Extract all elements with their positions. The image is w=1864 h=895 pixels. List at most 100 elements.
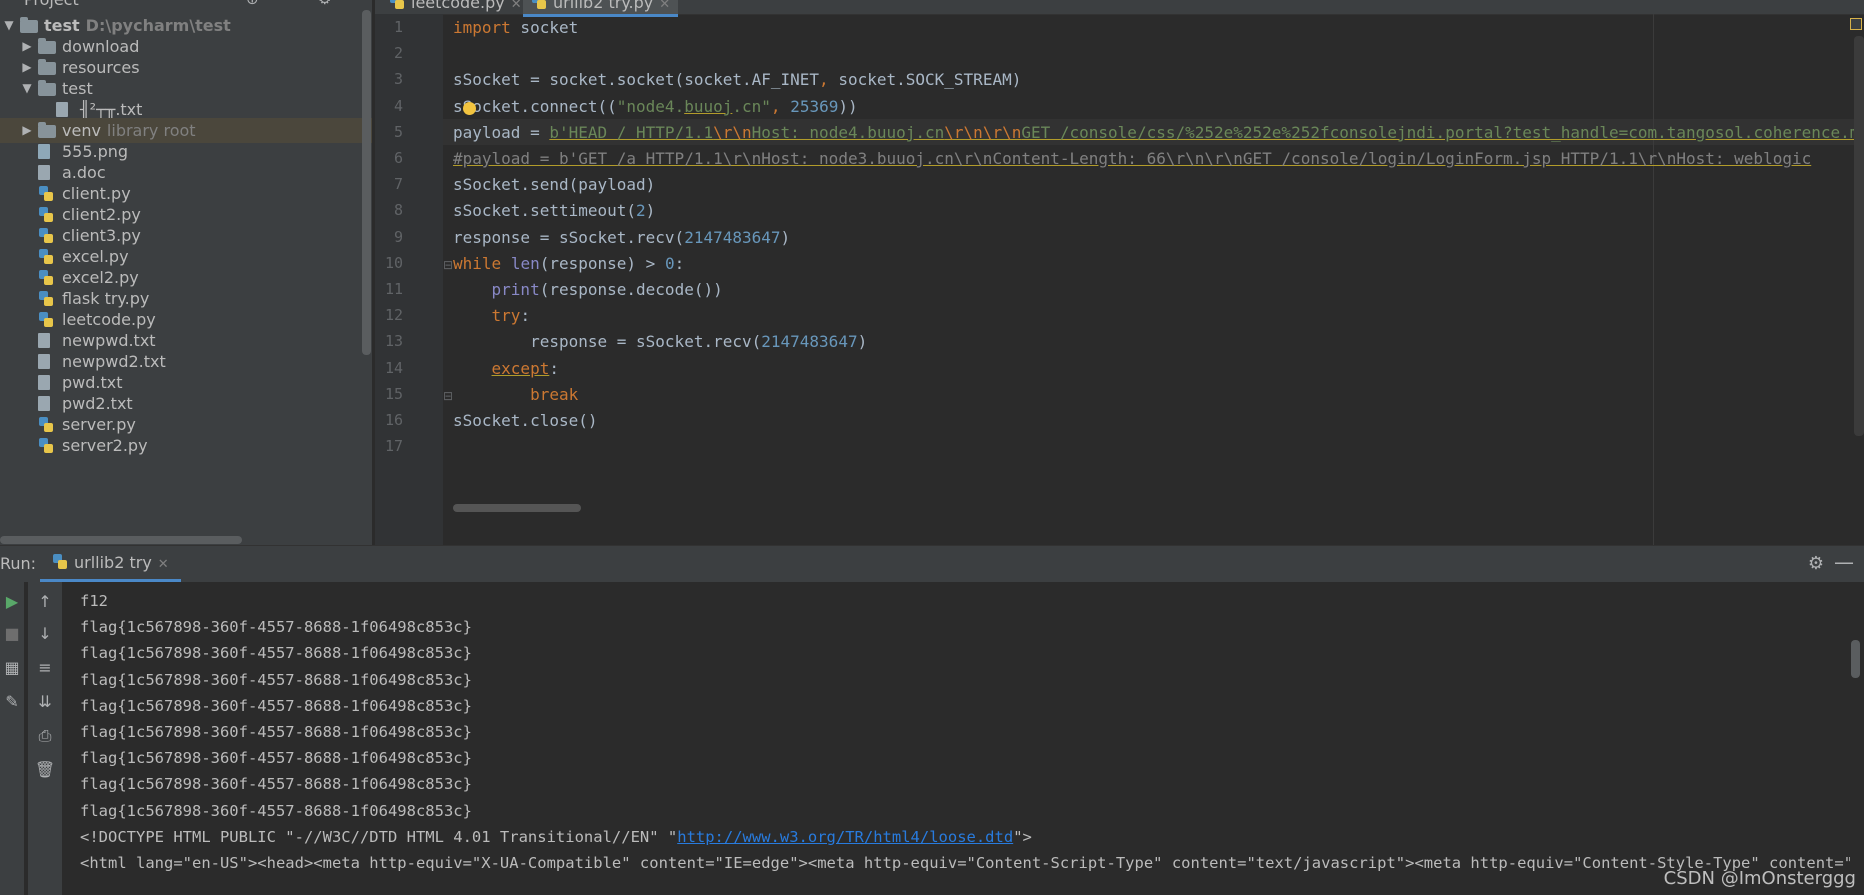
- project-panel: Project ⊕ ⚙ ▼testD:\pycharm\test▶downloa…: [0, 0, 372, 545]
- run-toolbar-right: ↑ ↓ ≡ ⇊ ⎙ 🗑: [28, 582, 62, 895]
- doc-file-icon: [38, 165, 50, 180]
- folder-icon: [38, 122, 56, 138]
- code-line[interactable]: payload = b'HEAD / HTTP/1.1\r\nHost: nod…: [453, 120, 1864, 146]
- project-horizontal-scrollbar[interactable]: [0, 536, 242, 544]
- console-line: flag{1c567898-360f-4557-8688-1f06498c853…: [80, 696, 472, 715]
- line-number: 3: [393, 70, 403, 89]
- code-line[interactable]: sSocket = socket.socket(socket.AF_INET, …: [453, 67, 1021, 93]
- console-link[interactable]: http://www.w3.org/TR/html4/loose.dtd: [677, 828, 1013, 846]
- line-number: 11: [384, 280, 403, 298]
- png-file-icon: [38, 144, 50, 159]
- folder-icon: [20, 17, 38, 33]
- project-header: Project ⊕ ⚙: [0, 0, 372, 12]
- console-line: flag{1c567898-360f-4557-8688-1f06498c853…: [80, 670, 472, 689]
- fold-icon[interactable]: ⊟: [443, 258, 453, 272]
- console-line: flag{1c567898-360f-4557-8688-1f06498c853…: [80, 618, 472, 637]
- line-number: 13: [384, 332, 403, 351]
- stop-icon[interactable]: ■: [0, 624, 24, 643]
- line-number: 17: [384, 437, 403, 456]
- up-arrow-icon[interactable]: ↑: [33, 592, 57, 611]
- close-icon[interactable]: ✕: [511, 0, 522, 12]
- code-line[interactable]: print(response.decode()): [453, 277, 723, 303]
- console-line: flag{1c567898-360f-4557-8688-1f06498c853…: [80, 723, 472, 741]
- console-line: flag{1c567898-360f-4557-8688-1f06498c853…: [80, 801, 472, 820]
- editor-tab-bar: leetcode.py ✕ urllib2 try.py ✕: [375, 0, 1864, 17]
- console-line: f12: [80, 592, 108, 610]
- code-line[interactable]: sSocket.send(payload): [453, 172, 655, 198]
- down-arrow-icon[interactable]: ↓: [33, 624, 57, 643]
- code-line[interactable]: except:: [453, 356, 559, 382]
- python-file-icon: [38, 270, 54, 286]
- python-file-icon: [38, 438, 54, 454]
- right-margin-guide: [1653, 14, 1654, 545]
- intention-bulb-icon[interactable]: [463, 102, 476, 115]
- editor-vertical-scrollbar[interactable]: [1854, 36, 1864, 436]
- console-output[interactable]: f12 flag{1c567898-360f-4557-8688-1f06498c…: [66, 582, 1850, 895]
- code-line[interactable]: response = sSocket.recv(2147483647): [453, 329, 867, 355]
- console-line: flag{1c567898-360f-4557-8688-1f06498c853…: [80, 775, 472, 794]
- code-line[interactable]: import socket: [453, 15, 578, 41]
- soft-wrap-icon[interactable]: ≡: [33, 658, 57, 677]
- code-line[interactable]: sSocket.close(): [453, 408, 598, 434]
- scroll-to-end-icon[interactable]: ⇊: [33, 692, 57, 711]
- python-file-icon: [38, 207, 54, 223]
- pin-icon[interactable]: ✎: [0, 692, 24, 711]
- locate-icon[interactable]: ⊕: [246, 0, 259, 8]
- minimize-icon[interactable]: —: [1834, 550, 1854, 574]
- python-file-icon: [531, 0, 547, 10]
- editor-horizontal-scrollbar[interactable]: [453, 504, 581, 512]
- layout-icon[interactable]: ▦: [0, 658, 24, 677]
- close-icon[interactable]: ✕: [158, 557, 169, 572]
- project-panel-title[interactable]: Project: [24, 0, 79, 9]
- line-number: 15: [384, 384, 403, 403]
- run-panel: Run: urllib2 try ✕ ⚙ — ▶ ■ ▦ ✎ ↑ ↓ ≡ ⇊ ⎙ …: [0, 545, 1864, 895]
- tree-item-label: server2.py: [62, 436, 148, 455]
- run-tab-label: urllib2 try: [74, 553, 152, 572]
- python-file-icon: [38, 417, 54, 433]
- line-number: 1: [393, 18, 403, 36]
- code-line[interactable]: sSocket.connect(("node4.buuoj.cn", 25369…: [453, 94, 858, 120]
- code-line[interactable]: response = sSocket.recv(2147483647): [453, 225, 790, 251]
- code-editor: leetcode.py ✕ urllib2 try.py ✕ 1 2 3 4 5 6 7 8 9 10 1…: [375, 0, 1864, 545]
- python-file-icon: [52, 554, 68, 570]
- python-file-icon: [38, 228, 54, 244]
- txt-file-icon: [38, 333, 50, 348]
- code-line[interactable]: try:: [453, 303, 531, 329]
- txt-file-icon: [38, 396, 50, 411]
- code-line[interactable]: break: [453, 382, 578, 408]
- console-doctype-suffix: ">: [1013, 827, 1032, 846]
- line-number: 14: [384, 358, 403, 377]
- folder-icon: [38, 38, 56, 54]
- folder-icon: [38, 59, 56, 75]
- python-file-icon: [38, 312, 54, 328]
- console-html-line: <html lang="en-US"><head><meta http-equi…: [80, 854, 1850, 872]
- line-number: 12: [384, 306, 403, 325]
- editor-tab[interactable]: leetcode.py ✕: [389, 0, 522, 14]
- code-line[interactable]: sSocket.settimeout(2): [453, 198, 655, 224]
- line-number: 4: [393, 96, 403, 115]
- project-vertical-scrollbar[interactable]: [362, 10, 371, 355]
- rerun-icon[interactable]: ▶: [0, 592, 24, 611]
- txt-file-icon: [56, 102, 68, 117]
- close-icon[interactable]: ✕: [659, 0, 670, 12]
- line-number: 7: [393, 175, 403, 194]
- console-vertical-scrollbar[interactable]: [1851, 640, 1860, 678]
- tree-item[interactable]: server2.py: [0, 433, 372, 458]
- folder-icon: [38, 80, 56, 96]
- console-line: flag{1c567898-360f-4557-8688-1f06498c853…: [80, 749, 472, 768]
- tree-item-hint: library root: [106, 121, 196, 140]
- run-label: Run:: [0, 554, 37, 573]
- code-line[interactable]: #payload = b'GET /a HTTP/1.1\r\nHost: no…: [453, 146, 1811, 172]
- code-line[interactable]: while len(response) > 0:: [453, 251, 684, 277]
- gear-icon[interactable]: ⚙: [318, 0, 331, 8]
- fold-end-icon[interactable]: ⊟: [443, 389, 453, 403]
- line-number: 10: [384, 253, 403, 272]
- tab-run-config[interactable]: urllib2 try ✕: [40, 546, 181, 582]
- trash-icon[interactable]: 🗑: [33, 760, 57, 779]
- console-doctype-line: <!DOCTYPE HTML PUBLIC "-//W3C//DTD HTML …: [80, 824, 1032, 850]
- print-icon[interactable]: ⎙: [33, 726, 57, 746]
- editor-tab-label: leetcode.py: [411, 0, 505, 12]
- python-file-icon: [38, 249, 54, 265]
- inspection-status-icon[interactable]: [1850, 18, 1862, 30]
- gear-icon[interactable]: ⚙: [1808, 553, 1824, 574]
